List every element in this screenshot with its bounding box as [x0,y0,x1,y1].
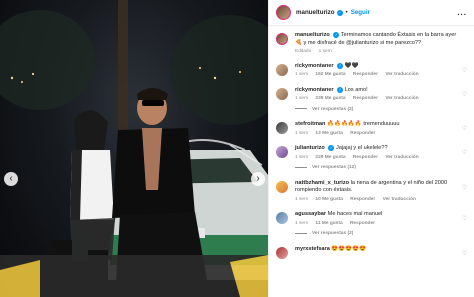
post-photo-illustration [0,0,268,297]
comment-username[interactable]: agussaybar [295,211,326,217]
like-heart-icon[interactable]: ♡ [462,215,467,223]
comment-username[interactable]: stefroitman [295,121,325,127]
edited-label: Editado [295,49,312,55]
verified-badge-icon: ✓ [336,9,343,16]
comment-item: nattbzhami_x_turizo la nena de argentina… [276,180,467,204]
comment-time: 1 sem [295,196,309,202]
post-side-panel: manuelturizo ✓ • Seguir ... manuelturizo… [268,0,474,297]
caption-username[interactable]: manuelturizo [295,32,330,38]
likes-count[interactable]: 162 Me gusta [315,72,345,77]
reply-button[interactable]: Responder [350,221,375,226]
view-replies-button[interactable]: Ver respuestas (2) [295,107,467,113]
reply-button[interactable]: Responder [353,96,378,101]
comment-username[interactable]: rickymontaner [295,87,334,93]
verified-badge-icon: ✓ [337,62,344,69]
comment-meta: 1 sem 162 Me gusta Responder Ver traducc… [295,72,457,78]
likes-count[interactable]: 10 Me gusta [315,197,342,202]
like-heart-icon[interactable]: ♡ [462,125,467,133]
comment-item: stefroitman 🔥🔥🔥🔥🔥 tremenduuuuu 1 sem 13 … [276,121,467,137]
comment-meta: 1 sem 13 Me gusta Responder [295,131,457,137]
comment-username[interactable]: rickymontaner [295,63,334,69]
comment-item: rickymontaner ✓ Los amo! 1 sem 239 Me gu… [276,86,467,103]
avatar[interactable] [276,87,288,100]
like-heart-icon[interactable]: ♡ [462,91,467,99]
comment-text: Me haces mal manuel [327,211,383,218]
translate-button[interactable]: Ver traducción [383,197,416,202]
avatar[interactable] [276,246,288,259]
comment-text: 🔥🔥🔥🔥🔥 tremenduuuuu [327,121,400,128]
comment-text: Jajajaj y el ukelele?? [335,145,388,152]
comments-list: manuelturizo ✓ Terminamos cantando Éxtas… [269,26,474,259]
comment-item: rickymontaner ✓ 🖤🖤 1 sem 162 Me gusta Re… [276,62,467,79]
comment-meta: 1 sem 239 Me gusta Responder Ver traducc… [295,96,457,102]
comment-meta: 1 sem 229 Me gusta Responder Ver traducc… [295,155,457,161]
reply-button[interactable]: Responder [353,155,378,160]
translate-button[interactable]: Ver traducción [385,155,418,160]
comment-item: julianturizo ✓ Jajajaj y el ukelele?? 1 … [276,145,467,161]
reply-button[interactable]: Responder [353,72,378,77]
avatar[interactable] [276,146,288,159]
post-username[interactable]: manuelturizo [296,9,335,16]
caption-time: 1 sem [318,49,332,55]
comment-text: 🖤🖤 [344,62,359,69]
avatar[interactable] [276,63,288,76]
next-image-button[interactable]: › [251,172,265,186]
post-header: manuelturizo ✓ • Seguir ... [269,0,474,26]
caption-meta: Editado 1 sem [295,49,457,55]
likes-count[interactable]: 11 Me gusta [315,221,342,226]
comment-text: Los amo! [344,86,368,93]
follow-button[interactable]: Seguir [351,9,370,16]
reply-button[interactable]: Responder [350,197,375,202]
comment-time: 1 sem [295,72,309,78]
avatar[interactable] [276,33,288,45]
like-heart-icon[interactable]: ♡ [462,250,467,258]
caption: manuelturizo ✓ Terminamos cantando Éxtas… [276,32,467,56]
avatar[interactable] [276,5,291,20]
chevron-right-icon: › [256,173,260,184]
comment-time: 1 sem [295,96,309,102]
comment-time: 1 sem [295,130,309,136]
more-options-button[interactable]: ... [457,8,467,17]
reply-button[interactable]: Responder [350,131,375,136]
translate-button[interactable]: Ver traducción [385,96,418,101]
likes-count[interactable]: 229 Me gusta [315,155,345,160]
verified-badge-icon: ✓ [337,86,344,93]
post-image: ‹ › [0,0,268,297]
previous-image-button[interactable]: ‹ [4,172,18,186]
comment-item: agussaybar Me haces mal manuel 1 sem 11 … [276,211,467,227]
avatar[interactable] [276,180,288,193]
verified-badge-icon: ✓ [333,32,340,38]
comment-username[interactable]: julianturizo [295,145,325,151]
comment-username[interactable]: nattbzhami_x_turizo [295,180,349,186]
avatar[interactable] [276,122,288,135]
comment-time: 1 sem [295,154,309,160]
comment-text: 😍😍😍😍😍 [331,245,367,252]
like-heart-icon[interactable]: ♡ [462,184,467,192]
view-replies-button[interactable]: Ver respuestas (2) [295,231,467,237]
comment-item: myrxstefsara 😍😍😍😍😍 ♡ [276,246,467,259]
comment-username[interactable]: myrxstefsara [295,246,330,252]
chevron-left-icon: ‹ [9,173,13,184]
like-heart-icon[interactable]: ♡ [462,67,467,75]
comment-meta: 1 sem 11 Me gusta Responder [295,221,457,227]
view-replies-button[interactable]: Ver respuestas (12) [295,165,467,171]
likes-count[interactable]: 13 Me gusta [315,131,342,136]
like-heart-icon[interactable]: ♡ [462,149,467,157]
comment-meta: 1 sem 10 Me gusta Responder Ver traducci… [295,197,457,203]
likes-count[interactable]: 239 Me gusta [315,96,345,101]
comment-time: 1 sem [295,220,309,226]
translate-button[interactable]: Ver traducción [385,72,418,77]
verified-badge-icon: ✓ [328,145,335,152]
avatar[interactable] [276,212,288,225]
separator-dot: • [345,9,348,16]
